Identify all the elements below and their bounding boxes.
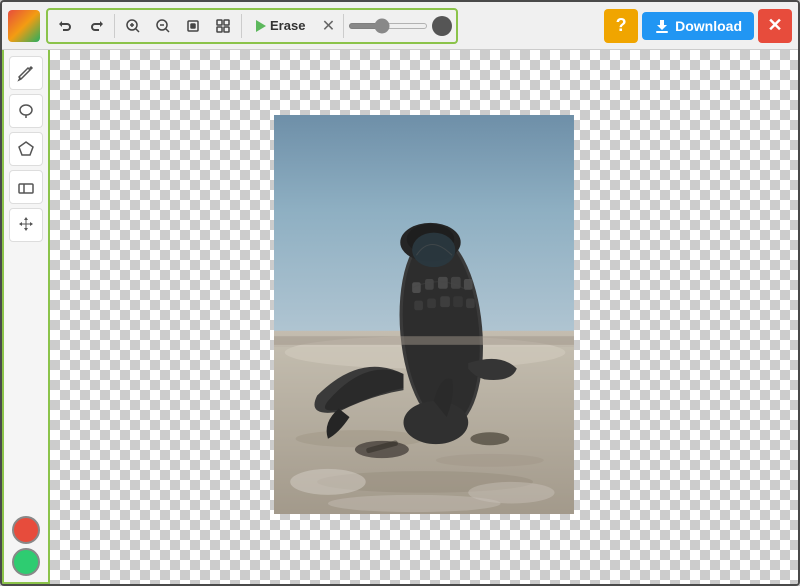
zoom-fit-button[interactable] (179, 12, 207, 40)
left-sidebar (2, 50, 50, 584)
redo-button[interactable] (82, 12, 110, 40)
draw-tool-button[interactable] (9, 56, 43, 90)
zoom-in-button[interactable] (119, 12, 147, 40)
download-icon (654, 18, 670, 34)
help-button[interactable]: ? (604, 9, 638, 43)
airplane-image (274, 115, 574, 514)
polygon-tool-button[interactable] (9, 132, 43, 166)
zoom-reset-button[interactable] (209, 12, 237, 40)
app-logo (8, 10, 40, 42)
right-toolbar: ? Download ✕ (604, 9, 792, 43)
toolbar-group: Erase ✕ (46, 8, 458, 44)
separator-2 (241, 14, 242, 38)
move-tool-button[interactable] (9, 208, 43, 242)
zoom-out-button[interactable] (149, 12, 177, 40)
undo-button[interactable] (52, 12, 80, 40)
separator-3 (343, 14, 344, 38)
app-container: Erase ✕ ? Download ✕ (0, 0, 800, 586)
clear-button[interactable]: ✕ (317, 15, 339, 37)
image-container (274, 115, 574, 519)
foreground-color-button[interactable] (12, 516, 40, 544)
download-label: Download (675, 18, 742, 34)
erase-button[interactable]: Erase (246, 14, 315, 37)
toolbar: Erase ✕ ? Download ✕ (2, 2, 798, 50)
lasso-tool-button[interactable] (9, 94, 43, 128)
brush-size-slider[interactable] (348, 23, 428, 29)
close-app-button[interactable]: ✕ (758, 9, 792, 43)
separator-1 (114, 14, 115, 38)
canvas-area[interactable] (50, 50, 798, 584)
erase-label: Erase (270, 18, 305, 33)
main-area (2, 50, 798, 584)
erase-play-icon (256, 20, 266, 32)
download-button[interactable]: Download (642, 12, 754, 40)
brush-size-indicator (432, 16, 452, 36)
eraser-tool-button[interactable] (9, 170, 43, 204)
brush-size-control (348, 16, 452, 36)
background-color-button[interactable] (12, 548, 40, 576)
